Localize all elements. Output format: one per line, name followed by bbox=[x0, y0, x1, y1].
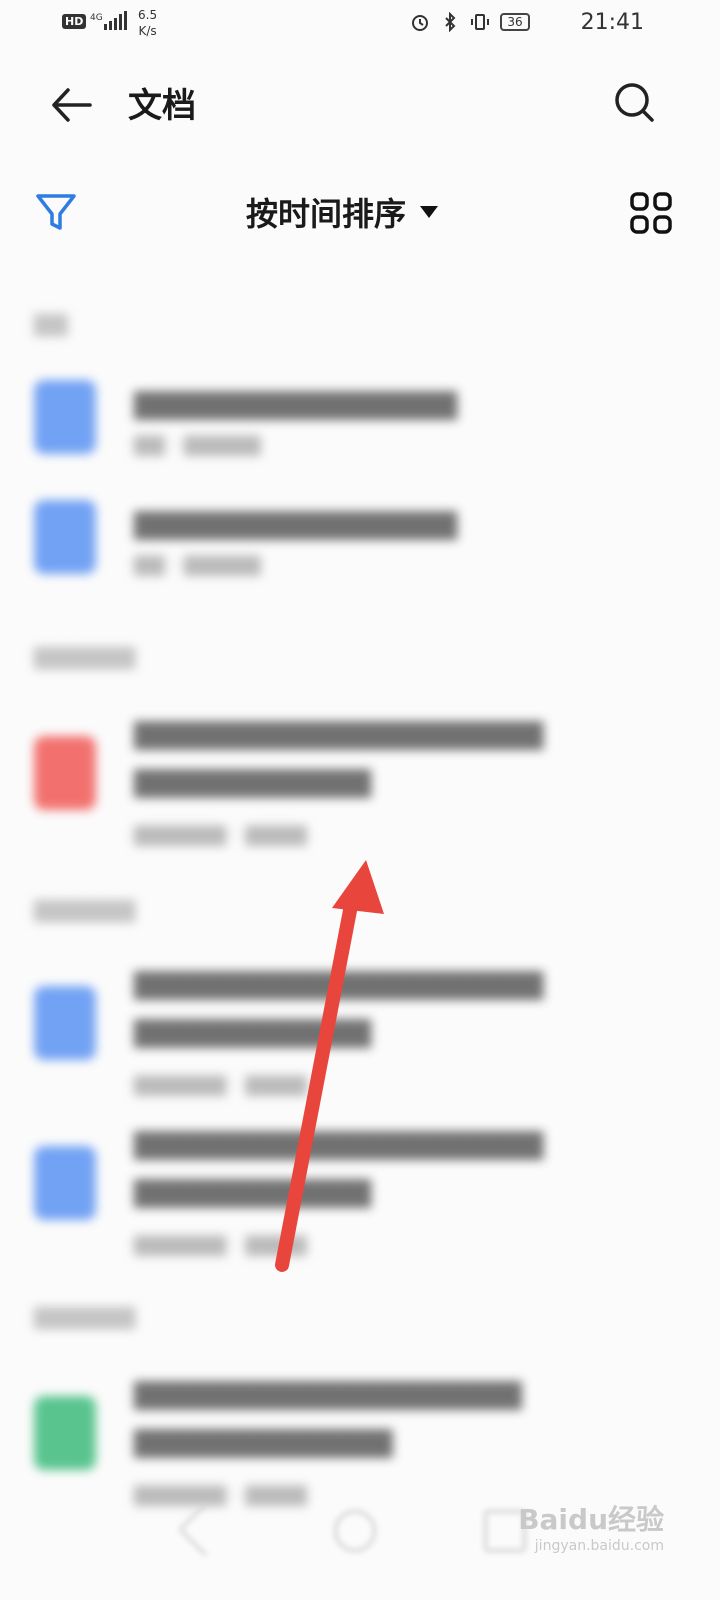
file-name: ▇▇▇▇▇▇▇▇▇▇▇▇▇▇▇ bbox=[134, 507, 457, 540]
clock: 21:41 bbox=[580, 10, 644, 35]
file-name: ▇▇▇▇▇▇▇▇▇▇▇▇▇▇▇▇▇▇▇ ▇▇▇▇▇▇▇▇▇▇▇ bbox=[134, 717, 544, 798]
word-file-icon bbox=[34, 500, 96, 574]
file-name: ▇▇▇▇▇▇▇▇▇▇▇▇▇▇▇▇▇▇▇ ▇▇▇▇▇▇▇▇▇▇▇ bbox=[134, 1127, 544, 1208]
grid-view-icon[interactable] bbox=[626, 188, 676, 238]
watermark-logo: Baidu经验 bbox=[518, 1503, 664, 1536]
alarm-icon bbox=[412, 15, 428, 31]
watermark-url: jingyan.baidu.com bbox=[534, 1538, 664, 1554]
excel-file-icon bbox=[34, 1396, 96, 1470]
vibrate-icon bbox=[471, 14, 489, 30]
list-item[interactable]: ▇▇▇▇▇▇▇▇▇▇▇▇▇▇▇▇▇▇▇ ▇▇▇▇▇▇▇▇▇▇▇ ▇▇▇▇▇▇ ·… bbox=[0, 960, 720, 1100]
file-meta: ▇▇▇▇▇▇ · ▇▇▇▇ bbox=[134, 822, 307, 846]
group-header: ▇▇▇▇▇▇ bbox=[34, 898, 136, 923]
search-icon[interactable] bbox=[608, 76, 662, 130]
file-name: ▇▇▇▇▇▇▇▇▇▇▇▇▇▇▇ bbox=[134, 387, 457, 420]
hd-badge: HD bbox=[62, 14, 87, 29]
sort-dropdown[interactable]: 按时间排序 bbox=[246, 188, 439, 236]
toolbar: 按时间排序 bbox=[0, 170, 720, 254]
bluetooth-icon bbox=[445, 12, 456, 32]
file-meta: ▇▇▇▇▇▇ · ▇▇▇▇ bbox=[134, 1072, 307, 1096]
status-bar: HD 4G 6.5 K/s 36 21:41 bbox=[0, 0, 720, 50]
group-header: ▇▇▇▇▇▇ bbox=[34, 1305, 136, 1330]
file-meta: ▇▇ · ▇▇▇▇▇ bbox=[134, 432, 261, 456]
sort-label: 按时间排序 bbox=[246, 195, 407, 233]
list-item[interactable]: ▇▇▇▇▇▇▇▇▇▇▇▇▇▇▇▇▇▇▇ ▇▇▇▇▇▇▇▇▇▇▇ ▇▇▇▇▇▇ ·… bbox=[0, 710, 720, 850]
group-header: ▇▇▇▇▇▇ bbox=[34, 645, 136, 670]
app-header: 文档 bbox=[0, 60, 720, 150]
list-item[interactable]: ▇▇▇▇▇▇▇▇▇▇▇▇▇▇▇▇▇▇▇ ▇▇▇▇▇▇▇▇▇▇▇ ▇▇▇▇▇▇ ·… bbox=[0, 1120, 720, 1260]
baidu-watermark: Baidu经验 jingyan.baidu.com bbox=[518, 1498, 664, 1554]
pdf-file-icon bbox=[34, 736, 96, 810]
page-title: 文档 bbox=[128, 86, 196, 126]
speed-value: 6.5 bbox=[138, 8, 158, 22]
word-file-icon bbox=[34, 986, 96, 1060]
word-file-icon bbox=[34, 380, 96, 454]
network-speed: 6.5 K/s bbox=[138, 7, 157, 39]
battery-indicator: 36 bbox=[500, 13, 530, 31]
file-name: ▇▇▇▇▇▇▇▇▇▇▇▇▇▇▇▇▇▇ ▇▇▇▇▇▇▇▇▇▇▇▇ bbox=[134, 1377, 522, 1458]
list-item[interactable]: ▇▇▇▇▇▇▇▇▇▇▇▇▇▇▇▇▇▇ ▇▇▇▇▇▇▇▇▇▇▇▇ ▇▇▇▇▇▇ ·… bbox=[0, 1370, 720, 1510]
file-list: ▇▇ ▇▇▇▇▇▇▇▇▇▇▇▇▇▇▇ ▇▇ · ▇▇▇▇▇ ▇▇▇▇▇▇▇▇▇▇… bbox=[0, 290, 720, 1550]
filter-icon[interactable] bbox=[32, 188, 80, 236]
network-label: 4G bbox=[90, 13, 103, 23]
list-item[interactable]: ▇▇▇▇▇▇▇▇▇▇▇▇▇▇▇ ▇▇ · ▇▇▇▇▇ bbox=[0, 380, 720, 480]
file-meta: ▇▇ · ▇▇▇▇▇ bbox=[134, 552, 261, 576]
signal-icon: 4G bbox=[90, 11, 127, 30]
nav-home-icon[interactable] bbox=[334, 1510, 376, 1552]
back-arrow-icon[interactable] bbox=[44, 78, 98, 132]
list-item[interactable]: ▇▇▇▇▇▇▇▇▇▇▇▇▇▇▇ ▇▇ · ▇▇▇▇▇ bbox=[0, 500, 720, 600]
file-meta: ▇▇▇▇▇▇ · ▇▇▇▇ bbox=[134, 1232, 307, 1256]
nav-back-icon[interactable] bbox=[177, 1501, 234, 1558]
group-header: ▇▇ bbox=[34, 312, 68, 337]
file-name: ▇▇▇▇▇▇▇▇▇▇▇▇▇▇▇▇▇▇▇ ▇▇▇▇▇▇▇▇▇▇▇ bbox=[134, 967, 544, 1048]
caret-down-icon bbox=[420, 206, 439, 218]
speed-unit: K/s bbox=[138, 24, 157, 38]
word-file-icon bbox=[34, 1146, 96, 1220]
